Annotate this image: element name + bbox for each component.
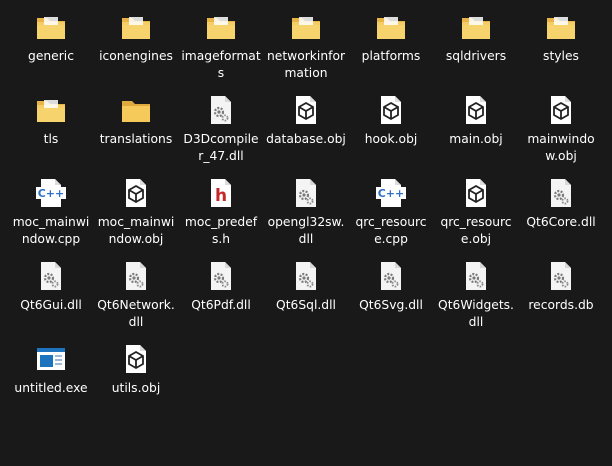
dll-file-icon bbox=[204, 259, 238, 293]
file-name-label: records.db bbox=[528, 298, 594, 312]
file-name-label: tls bbox=[43, 132, 59, 146]
file-name-label: main.obj bbox=[449, 132, 503, 146]
file-name-label: moc_mainwindow.obj bbox=[97, 215, 175, 246]
file-item[interactable]: utils.obj bbox=[94, 340, 178, 422]
file-item[interactable]: Qt6Gui.dll bbox=[9, 257, 93, 339]
folder-icon bbox=[34, 10, 68, 44]
exe-file-icon bbox=[34, 342, 68, 376]
file-name-label: utils.obj bbox=[111, 381, 161, 395]
obj-file-icon bbox=[374, 93, 408, 127]
folder-icon bbox=[459, 10, 493, 44]
dll-file-icon bbox=[34, 259, 68, 293]
file-item[interactable]: Qt6Pdf.dll bbox=[179, 257, 263, 339]
file-item[interactable]: C++ qrc_resource.cpp bbox=[349, 174, 433, 256]
file-item[interactable]: untitled.exe bbox=[9, 340, 93, 422]
file-item[interactable]: platforms bbox=[349, 8, 433, 90]
file-item[interactable]: moc_mainwindow.obj bbox=[94, 174, 178, 256]
file-item[interactable]: styles bbox=[519, 8, 603, 90]
file-name-label: qrc_resource.cpp bbox=[355, 215, 427, 246]
file-item[interactable]: qrc_resource.obj bbox=[434, 174, 518, 256]
file-item[interactable]: Qt6Svg.dll bbox=[349, 257, 433, 339]
svg-text:C++: C++ bbox=[38, 187, 65, 200]
obj-file-icon bbox=[289, 93, 323, 127]
file-item[interactable]: translations bbox=[94, 91, 178, 173]
file-item[interactable]: Qt6Core.dll bbox=[519, 174, 603, 256]
dll-file-icon bbox=[289, 176, 323, 210]
file-name-label: networkinformation bbox=[266, 49, 346, 80]
file-item[interactable]: tls bbox=[9, 91, 93, 173]
svg-text:C++: C++ bbox=[378, 187, 405, 200]
file-item[interactable]: mainwindow.obj bbox=[519, 91, 603, 173]
file-name-label: mainwindow.obj bbox=[527, 132, 595, 163]
dll-file-icon bbox=[374, 259, 408, 293]
obj-file-icon bbox=[119, 342, 153, 376]
file-name-label: Qt6Network.dll bbox=[97, 298, 175, 329]
file-name-label: generic bbox=[28, 49, 74, 63]
folder-icon bbox=[374, 10, 408, 44]
dll-file-icon bbox=[289, 259, 323, 293]
dll-file-icon bbox=[459, 259, 493, 293]
folder-icon bbox=[289, 10, 323, 44]
file-name-label: moc_predefs.h bbox=[184, 215, 258, 246]
empty-folder-icon bbox=[119, 93, 153, 127]
file-name-label: Qt6Pdf.dll bbox=[191, 298, 251, 312]
file-name-label: Qt6Widgets.dll bbox=[438, 298, 514, 329]
file-item[interactable]: hook.obj bbox=[349, 91, 433, 173]
file-name-label: sqldrivers bbox=[445, 49, 507, 63]
folder-icon bbox=[544, 10, 578, 44]
obj-file-icon bbox=[544, 93, 578, 127]
file-name-label: Qt6Sql.dll bbox=[276, 298, 336, 312]
dll-file-icon bbox=[544, 176, 578, 210]
file-item[interactable]: sqldrivers bbox=[434, 8, 518, 90]
file-name-label: platforms bbox=[361, 49, 421, 63]
file-item[interactable]: D3Dcompiler_47.dll bbox=[179, 91, 263, 173]
file-name-label: translations bbox=[99, 132, 173, 146]
file-item[interactable]: h moc_predefs.h bbox=[179, 174, 263, 256]
file-item[interactable]: main.obj bbox=[434, 91, 518, 173]
folder-icon bbox=[34, 93, 68, 127]
file-name-label: opengl32sw.dll bbox=[267, 215, 345, 246]
file-item[interactable]: records.db bbox=[519, 257, 603, 339]
svg-text:h: h bbox=[215, 186, 227, 206]
file-name-label: database.obj bbox=[266, 132, 346, 146]
folder-icon bbox=[204, 10, 238, 44]
file-name-label: hook.obj bbox=[364, 132, 418, 146]
file-item[interactable]: opengl32sw.dll bbox=[264, 174, 348, 256]
dll-file-icon bbox=[204, 93, 238, 127]
file-item[interactable]: networkinformation bbox=[264, 8, 348, 90]
file-item[interactable]: Qt6Sql.dll bbox=[264, 257, 348, 339]
folder-icon bbox=[119, 10, 153, 44]
db-file-icon bbox=[544, 259, 578, 293]
file-name-label: untitled.exe bbox=[14, 381, 88, 395]
file-name-label: Qt6Svg.dll bbox=[359, 298, 423, 312]
h-file-icon: h bbox=[204, 176, 238, 210]
file-name-label: D3Dcompiler_47.dll bbox=[183, 132, 259, 163]
file-item[interactable]: Qt6Network.dll bbox=[94, 257, 178, 339]
file-name-label: imageformats bbox=[181, 49, 261, 80]
file-name-label: styles bbox=[543, 49, 579, 63]
file-item[interactable]: C++ moc_mainwindow.cpp bbox=[9, 174, 93, 256]
dll-file-icon bbox=[119, 259, 153, 293]
file-name-label: iconengines bbox=[99, 49, 173, 63]
file-item[interactable]: generic bbox=[9, 8, 93, 90]
obj-file-icon bbox=[119, 176, 153, 210]
file-item[interactable]: iconengines bbox=[94, 8, 178, 90]
file-item[interactable]: imageformats bbox=[179, 8, 263, 90]
file-name-label: qrc_resource.obj bbox=[440, 215, 512, 246]
file-name-label: moc_mainwindow.cpp bbox=[12, 215, 90, 246]
file-name-label: Qt6Core.dll bbox=[526, 215, 596, 229]
file-item[interactable]: database.obj bbox=[264, 91, 348, 173]
obj-file-icon bbox=[459, 176, 493, 210]
file-name-label: Qt6Gui.dll bbox=[20, 298, 82, 312]
file-grid: generic iconengines imageformats networkinf… bbox=[9, 8, 609, 464]
cpp-file-icon: C++ bbox=[374, 176, 408, 210]
obj-file-icon bbox=[459, 93, 493, 127]
cpp-file-icon: C++ bbox=[34, 176, 68, 210]
file-item[interactable]: Qt6Widgets.dll bbox=[434, 257, 518, 339]
